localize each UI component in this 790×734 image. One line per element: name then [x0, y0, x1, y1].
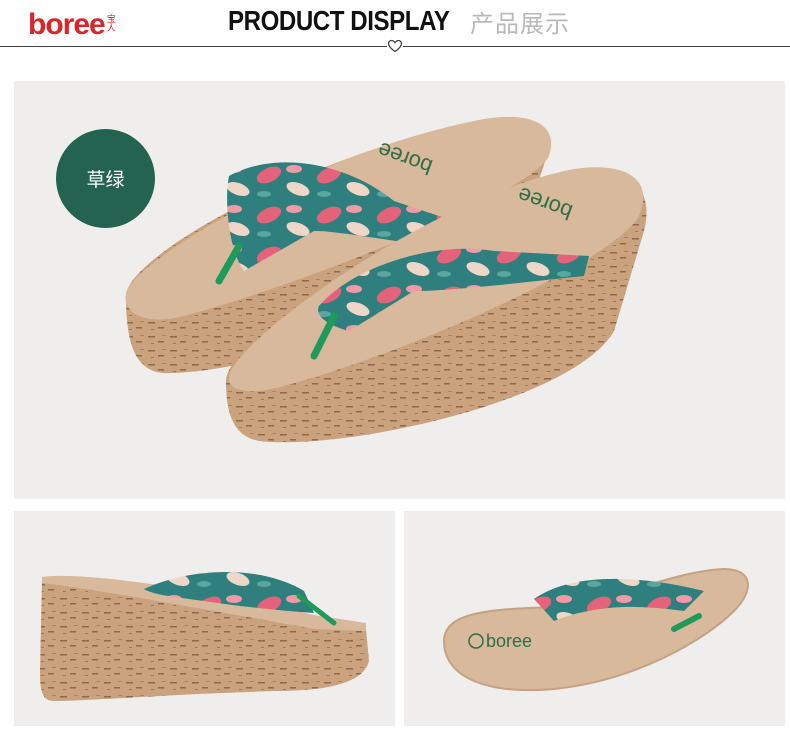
sandal-top-illustration: boree	[442, 567, 749, 692]
section-title-cn: 产品展示	[470, 9, 570, 38]
color-badge: 草绿	[56, 129, 155, 228]
page-header: boree 宝人 PRODUCT DISPLAY 产品展示	[0, 0, 790, 60]
section-title: PRODUCT DISPLAY 产品展示	[228, 4, 570, 38]
product-image-top[interactable]: boree	[404, 511, 785, 726]
section-title-en: PRODUCT DISPLAY	[228, 5, 450, 36]
heart-icon	[387, 39, 403, 53]
svg-text:boree: boree	[486, 631, 532, 651]
sandal-side-illustration	[40, 571, 369, 701]
logo-subtext: 宝人	[106, 15, 116, 34]
product-image-main[interactable]: 草绿 boree boree	[14, 81, 785, 499]
color-badge-label: 草绿	[86, 169, 125, 191]
brand-logo[interactable]: boree 宝人	[28, 8, 117, 40]
logo-text: boree	[28, 8, 106, 41]
product-image-side[interactable]	[14, 511, 395, 726]
